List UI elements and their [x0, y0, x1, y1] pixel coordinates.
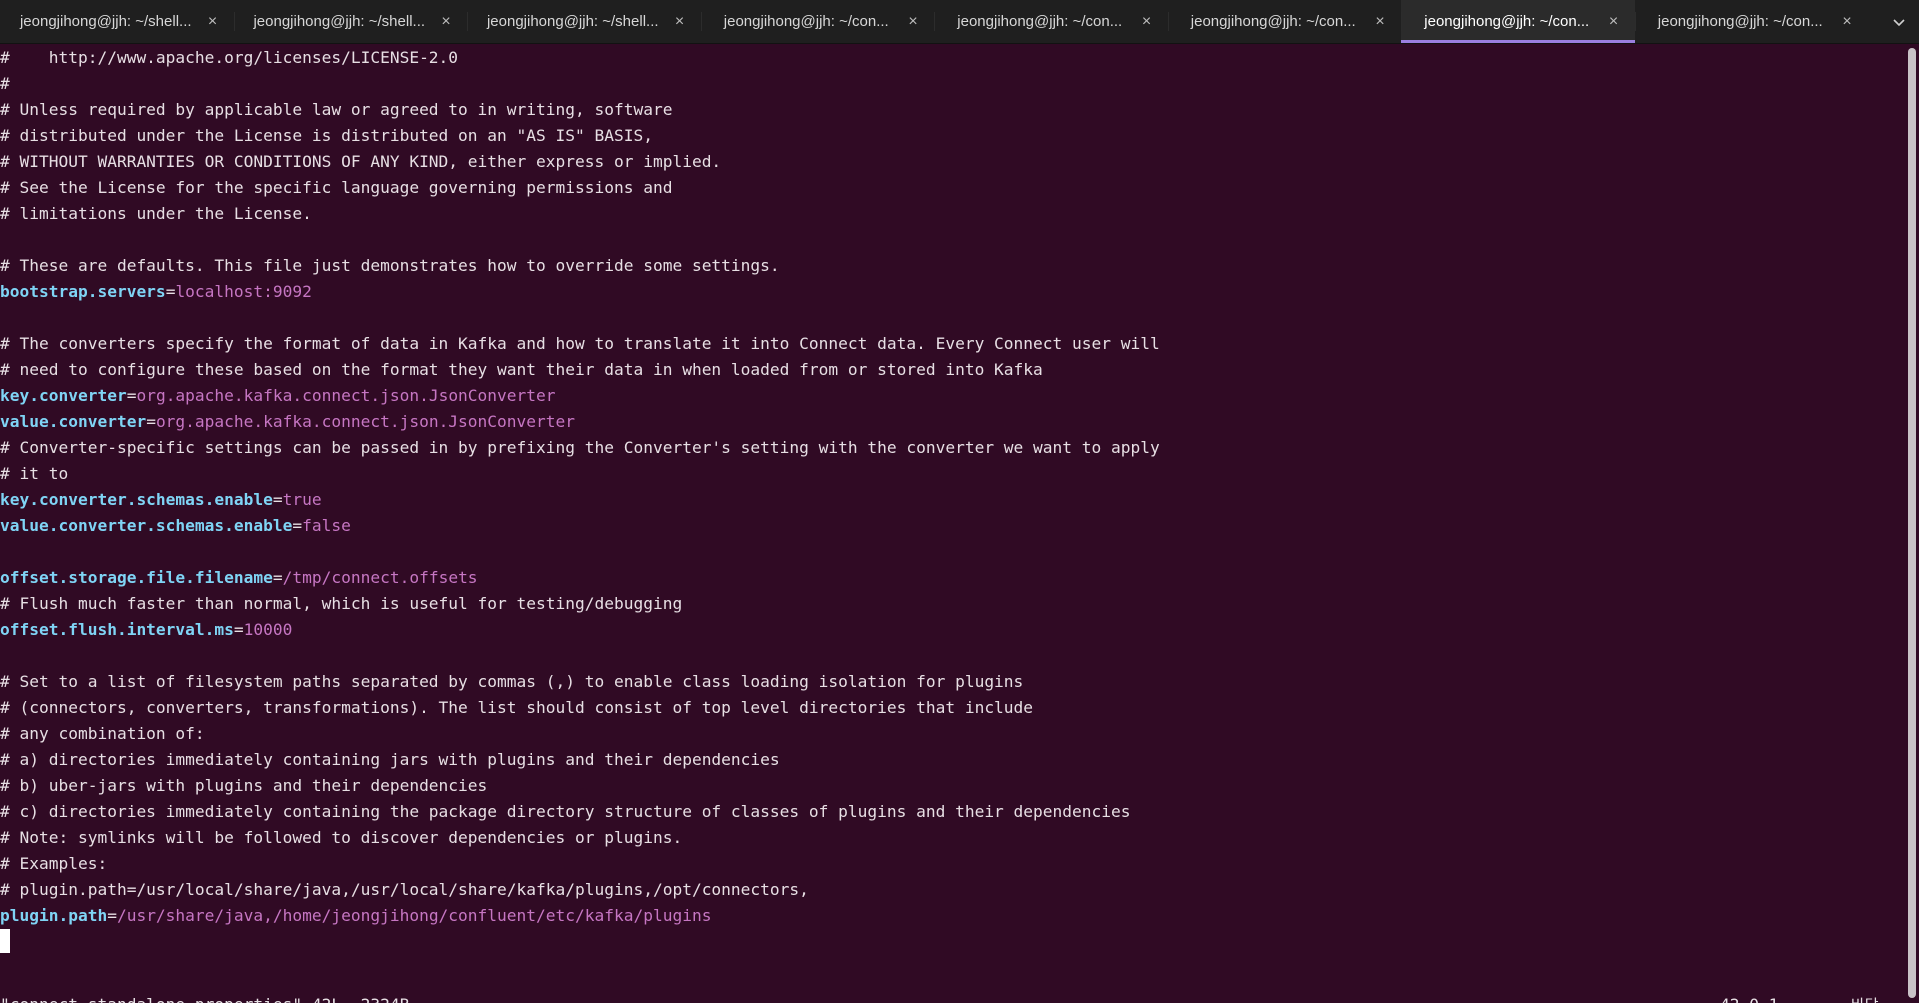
tab-title: jeongjihong@jjh: ~/shell... — [19, 13, 192, 30]
comment-line: # c) directories immediately containing … — [0, 802, 1131, 821]
comment-line: # plugin.path=/usr/local/share/java,/usr… — [0, 880, 809, 899]
chevron-down-icon — [1893, 18, 1905, 26]
property-key: offset.flush.interval.ms — [0, 620, 234, 639]
property-key: plugin.path — [0, 906, 108, 925]
tab-title: jeongjihong@jjh: ~/con... — [1190, 13, 1356, 30]
equals-sign: = — [272, 568, 283, 587]
comment-line: # b) uber-jars with plugins and their de… — [0, 776, 488, 795]
terminal-editor[interactable]: # http://www.apache.org/licenses/LICENSE… — [0, 44, 1905, 1003]
tab-title: jeongjihong@jjh: ~/con... — [1657, 13, 1823, 30]
tab-title: jeongjihong@jjh: ~/shell... — [486, 13, 659, 30]
tab-title: jeongjihong@jjh: ~/con... — [957, 13, 1123, 30]
comment-line: # any combination of: — [0, 724, 205, 743]
property-value: 10000 — [243, 620, 293, 639]
property-value: localhost:9092 — [175, 282, 312, 301]
property-key: value.converter — [0, 412, 147, 431]
property-line: key.converter.schemas.enable=true — [0, 487, 322, 513]
close-icon[interactable]: × — [1369, 11, 1391, 33]
comment-line: # Flush much faster than normal, which i… — [0, 594, 683, 613]
comment-line: # need to configure these based on the f… — [0, 360, 1043, 379]
equals-sign: = — [107, 906, 117, 925]
tab-terminal-4[interactable]: jeongjihong@jjh: ~/con... × — [700, 0, 935, 43]
comment-line: # Examples: — [0, 854, 108, 873]
comment-line: # Set to a list of filesystem paths sepa… — [0, 672, 1024, 691]
comment-line: # http://www.apache.org/licenses/LICENSE… — [0, 48, 459, 67]
tab-terminal-5[interactable]: jeongjihong@jjh: ~/con... × — [934, 0, 1168, 43]
property-key: offset.storage.file.filename — [0, 568, 273, 587]
property-line: key.converter=org.apache.kafka.connect.j… — [0, 383, 556, 409]
status-file-info: "connect-standalone.properties" 42L, 232… — [0, 992, 409, 1003]
tab-terminal-2[interactable]: jeongjihong@jjh: ~/shell... × — [233, 0, 468, 43]
property-value: /usr/share/java,/home/jeongjihong/conflu… — [116, 906, 712, 925]
close-icon[interactable]: × — [902, 11, 924, 33]
property-line: value.converter=org.apache.kafka.connect… — [0, 409, 575, 435]
comment-line: # Unless required by applicable law or a… — [0, 100, 673, 119]
status-cursor-position: 42,0-1 — [1720, 992, 1778, 1003]
close-icon[interactable]: × — [1136, 11, 1158, 33]
comment-line: # The converters specify the format of d… — [0, 334, 1160, 353]
equals-sign: = — [272, 490, 283, 509]
property-line: plugin.path=/usr/share/java,/home/jeongj… — [0, 903, 711, 929]
property-line: offset.flush.interval.ms=10000 — [0, 617, 292, 643]
property-line: offset.storage.file.filename=/tmp/connec… — [0, 565, 478, 591]
comment-line: # distributed under the License is distr… — [0, 126, 653, 145]
property-key: key.converter — [0, 386, 127, 405]
text-cursor — [0, 929, 10, 953]
tab-title: jeongjihong@jjh: ~/shell... — [253, 13, 426, 30]
tab-list: jeongjihong@jjh: ~/shell... × jeongjihon… — [0, 0, 1879, 43]
tab-title: jeongjihong@jjh: ~/con... — [723, 13, 889, 30]
property-value: true — [282, 490, 322, 509]
comment-line: # it to — [0, 464, 69, 483]
property-line: bootstrap.servers=localhost:9092 — [0, 279, 312, 305]
equals-sign: = — [165, 282, 176, 301]
comment-line: # WITHOUT WARRANTIES OR CONDITIONS OF AN… — [0, 152, 722, 171]
property-line: value.converter.schemas.enable=false — [0, 513, 351, 539]
property-value: /tmp/connect.offsets — [282, 568, 478, 587]
close-icon[interactable]: × — [1836, 11, 1858, 33]
terminal-window: jeongjihong@jjh: ~/shell... × jeongjihon… — [0, 0, 1919, 1003]
close-icon[interactable]: × — [1603, 11, 1625, 33]
property-key: key.converter.schemas.enable — [0, 490, 273, 509]
property-value: false — [302, 516, 351, 535]
status-scroll-position: 바닥 — [1851, 992, 1879, 1003]
comment-line: # See the License for the specific langu… — [0, 178, 673, 197]
comment-line: # These are defaults. This file just dem… — [0, 256, 780, 275]
comment-line: # limitations under the License. — [0, 204, 312, 223]
tab-bar: jeongjihong@jjh: ~/shell... × jeongjihon… — [0, 0, 1919, 44]
comment-line: # Converter-specific settings can be pas… — [0, 438, 1160, 457]
tab-menu-button[interactable] — [1879, 0, 1919, 43]
equals-sign: = — [126, 386, 137, 405]
scrollbar[interactable] — [1905, 44, 1919, 1003]
comment-line: # Note: symlinks will be followed to dis… — [0, 828, 683, 847]
comment-line: # a) directories immediately containing … — [0, 750, 780, 769]
comment-line: # (connectors, converters, transformatio… — [0, 698, 1034, 717]
tab-terminal-3[interactable]: jeongjihong@jjh: ~/shell... × — [467, 0, 701, 43]
scrollbar-thumb[interactable] — [1908, 48, 1916, 998]
tab-terminal-6[interactable]: jeongjihong@jjh: ~/con... × — [1167, 0, 1402, 43]
tab-terminal-8[interactable]: jeongjihong@jjh: ~/con... × — [1634, 0, 1869, 43]
property-value: org.apache.kafka.connect.json.JsonConver… — [136, 386, 556, 405]
property-key: bootstrap.servers — [0, 282, 166, 301]
property-value: org.apache.kafka.connect.json.JsonConver… — [155, 412, 576, 431]
tab-terminal-7-active[interactable]: jeongjihong@jjh: ~/con... × — [1401, 0, 1635, 43]
equals-sign: = — [233, 620, 244, 639]
property-key: value.converter.schemas.enable — [0, 516, 293, 535]
tab-title: jeongjihong@jjh: ~/con... — [1424, 13, 1590, 30]
close-icon[interactable]: × — [435, 11, 457, 33]
comment-line: # — [0, 74, 10, 93]
equals-sign: = — [146, 412, 156, 431]
close-icon[interactable]: × — [669, 11, 691, 33]
equals-sign: = — [292, 516, 303, 535]
tab-terminal-1[interactable]: jeongjihong@jjh: ~/shell... × — [0, 0, 234, 43]
close-icon[interactable]: × — [202, 11, 224, 33]
